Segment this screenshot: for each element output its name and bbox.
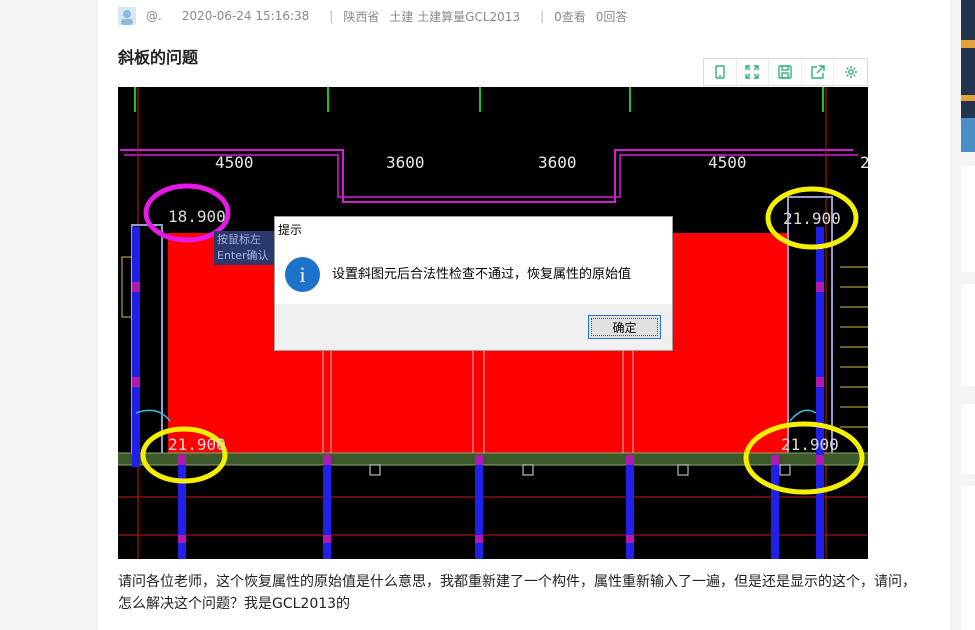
- elevation-label: 21.900: [783, 209, 841, 228]
- elevation-label: 21.900: [168, 435, 226, 454]
- dialog-body: 提示 i 设置斜图元后合法性检查不通过，恢复属性的原始值: [275, 217, 672, 304]
- elevation-label: 21.900: [781, 435, 839, 454]
- separator: |: [540, 9, 545, 23]
- side-card[interactable]: [961, 486, 975, 630]
- separator: |: [329, 9, 334, 23]
- post-meta: @. 2020-06-24 15:16:38 | 陕西省 土建 土建算量GCL2…: [118, 6, 637, 26]
- dialog-message: 设置斜图元后合法性检查不通过，恢复属性的原始值: [332, 267, 632, 282]
- dimension-label: 2: [860, 153, 868, 172]
- question-description: 请问各位老师，这个恢复属性的原始值是什么意思，我都重新建了一个构件，属性重新输入…: [118, 574, 916, 612]
- avatar[interactable]: [118, 7, 136, 25]
- side-card[interactable]: [961, 404, 975, 474]
- cursor-hint: 按鼠标左 Enter确认: [214, 231, 274, 265]
- alert-dialog: 提示 i 设置斜图元后合法性检查不通过，恢复属性的原始值 确定: [274, 216, 673, 351]
- post-datetime: 2020-06-24 15:16:38: [181, 9, 310, 23]
- page: @. 2020-06-24 15:16:38 | 陕西省 土建 土建算量GCL2…: [0, 0, 975, 630]
- dimension-label: 3600: [538, 153, 577, 172]
- dimension-label: 4500: [215, 153, 254, 172]
- side-banner[interactable]: [961, 0, 975, 152]
- username[interactable]: @.: [146, 9, 162, 23]
- elevation-label: 18.900: [168, 207, 226, 226]
- fullscreen-icon[interactable]: [737, 59, 770, 85]
- dimension-label: 4500: [708, 153, 747, 172]
- dimension-label: 3600: [386, 153, 425, 172]
- post-region: 陕西省: [343, 9, 380, 24]
- side-card[interactable]: [961, 166, 975, 272]
- view-count: 0查看: [554, 9, 586, 24]
- dialog-title: 提示: [278, 223, 303, 237]
- mobile-icon[interactable]: [704, 59, 737, 85]
- question-title: 斜板的问题: [118, 48, 199, 67]
- cad-screenshot[interactable]: 4500 3600 3600 4500 2 18.900 21.900 21.9…: [118, 87, 868, 559]
- settings-icon[interactable]: [834, 59, 867, 85]
- answer-count: 0回答: [595, 9, 628, 24]
- image-toolbar: [703, 58, 868, 86]
- side-card[interactable]: [961, 284, 975, 386]
- share-icon[interactable]: [802, 59, 835, 85]
- post-tags[interactable]: 土建 土建算量GCL2013: [389, 8, 520, 25]
- dialog-footer: 确定: [275, 304, 672, 350]
- info-icon: i: [285, 257, 320, 292]
- save-icon[interactable]: [769, 59, 802, 85]
- ok-button[interactable]: 确定: [588, 315, 661, 339]
